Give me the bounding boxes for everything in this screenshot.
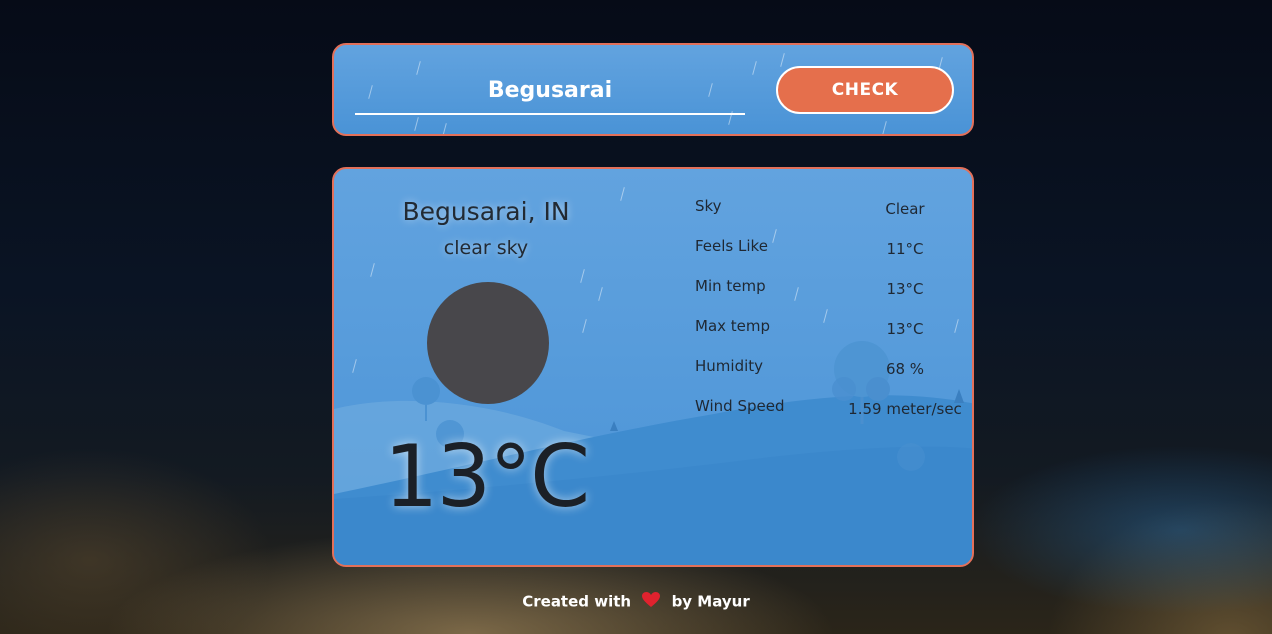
stat-row-min-temp: Min temp 13°C	[695, 277, 955, 317]
stat-value: 13°C	[886, 280, 924, 298]
footer-suffix: by Mayur	[671, 592, 750, 611]
stat-label: Min temp	[695, 277, 766, 295]
temperature-value: 13°C	[383, 427, 590, 527]
weather-condition-icon	[427, 282, 549, 404]
stat-label: Feels Like	[695, 237, 768, 255]
location-name: Begusarai, IN	[402, 197, 570, 226]
city-search-input[interactable]	[355, 67, 745, 115]
weather-description: clear sky	[443, 237, 529, 259]
stat-row-max-temp: Max temp 13°C	[695, 317, 955, 357]
stat-value: Clear	[885, 200, 925, 218]
weather-stats-table: Sky Clear Feels Like 11°C Min temp 13°C …	[695, 197, 962, 437]
stat-label: Sky	[695, 197, 722, 215]
stat-label: Wind Speed	[695, 397, 785, 415]
stat-value: 1.59 meter/sec	[848, 400, 962, 418]
check-button[interactable]: CHECK	[776, 66, 954, 114]
stat-label: Humidity	[695, 357, 764, 375]
stat-row-wind-speed: Wind Speed 1.59 meter/sec	[695, 397, 962, 437]
stat-value: 13°C	[886, 320, 924, 338]
footer-credit: Created with by Mayur	[0, 592, 1272, 612]
stat-row-feels-like: Feels Like 11°C	[695, 237, 955, 277]
search-card: CHECK	[332, 43, 974, 136]
stat-label: Max temp	[695, 317, 771, 335]
footer-prefix: Created with	[522, 592, 632, 611]
heart-icon	[642, 592, 661, 612]
stat-value: 68 %	[885, 360, 925, 378]
stat-row-sky: Sky Clear	[695, 197, 955, 237]
stat-row-humidity: Humidity 68 %	[695, 357, 955, 397]
stat-value: 11°C	[886, 240, 924, 258]
weather-card: Begusarai, IN clear sky 13°C Sky Clear F…	[332, 167, 974, 567]
